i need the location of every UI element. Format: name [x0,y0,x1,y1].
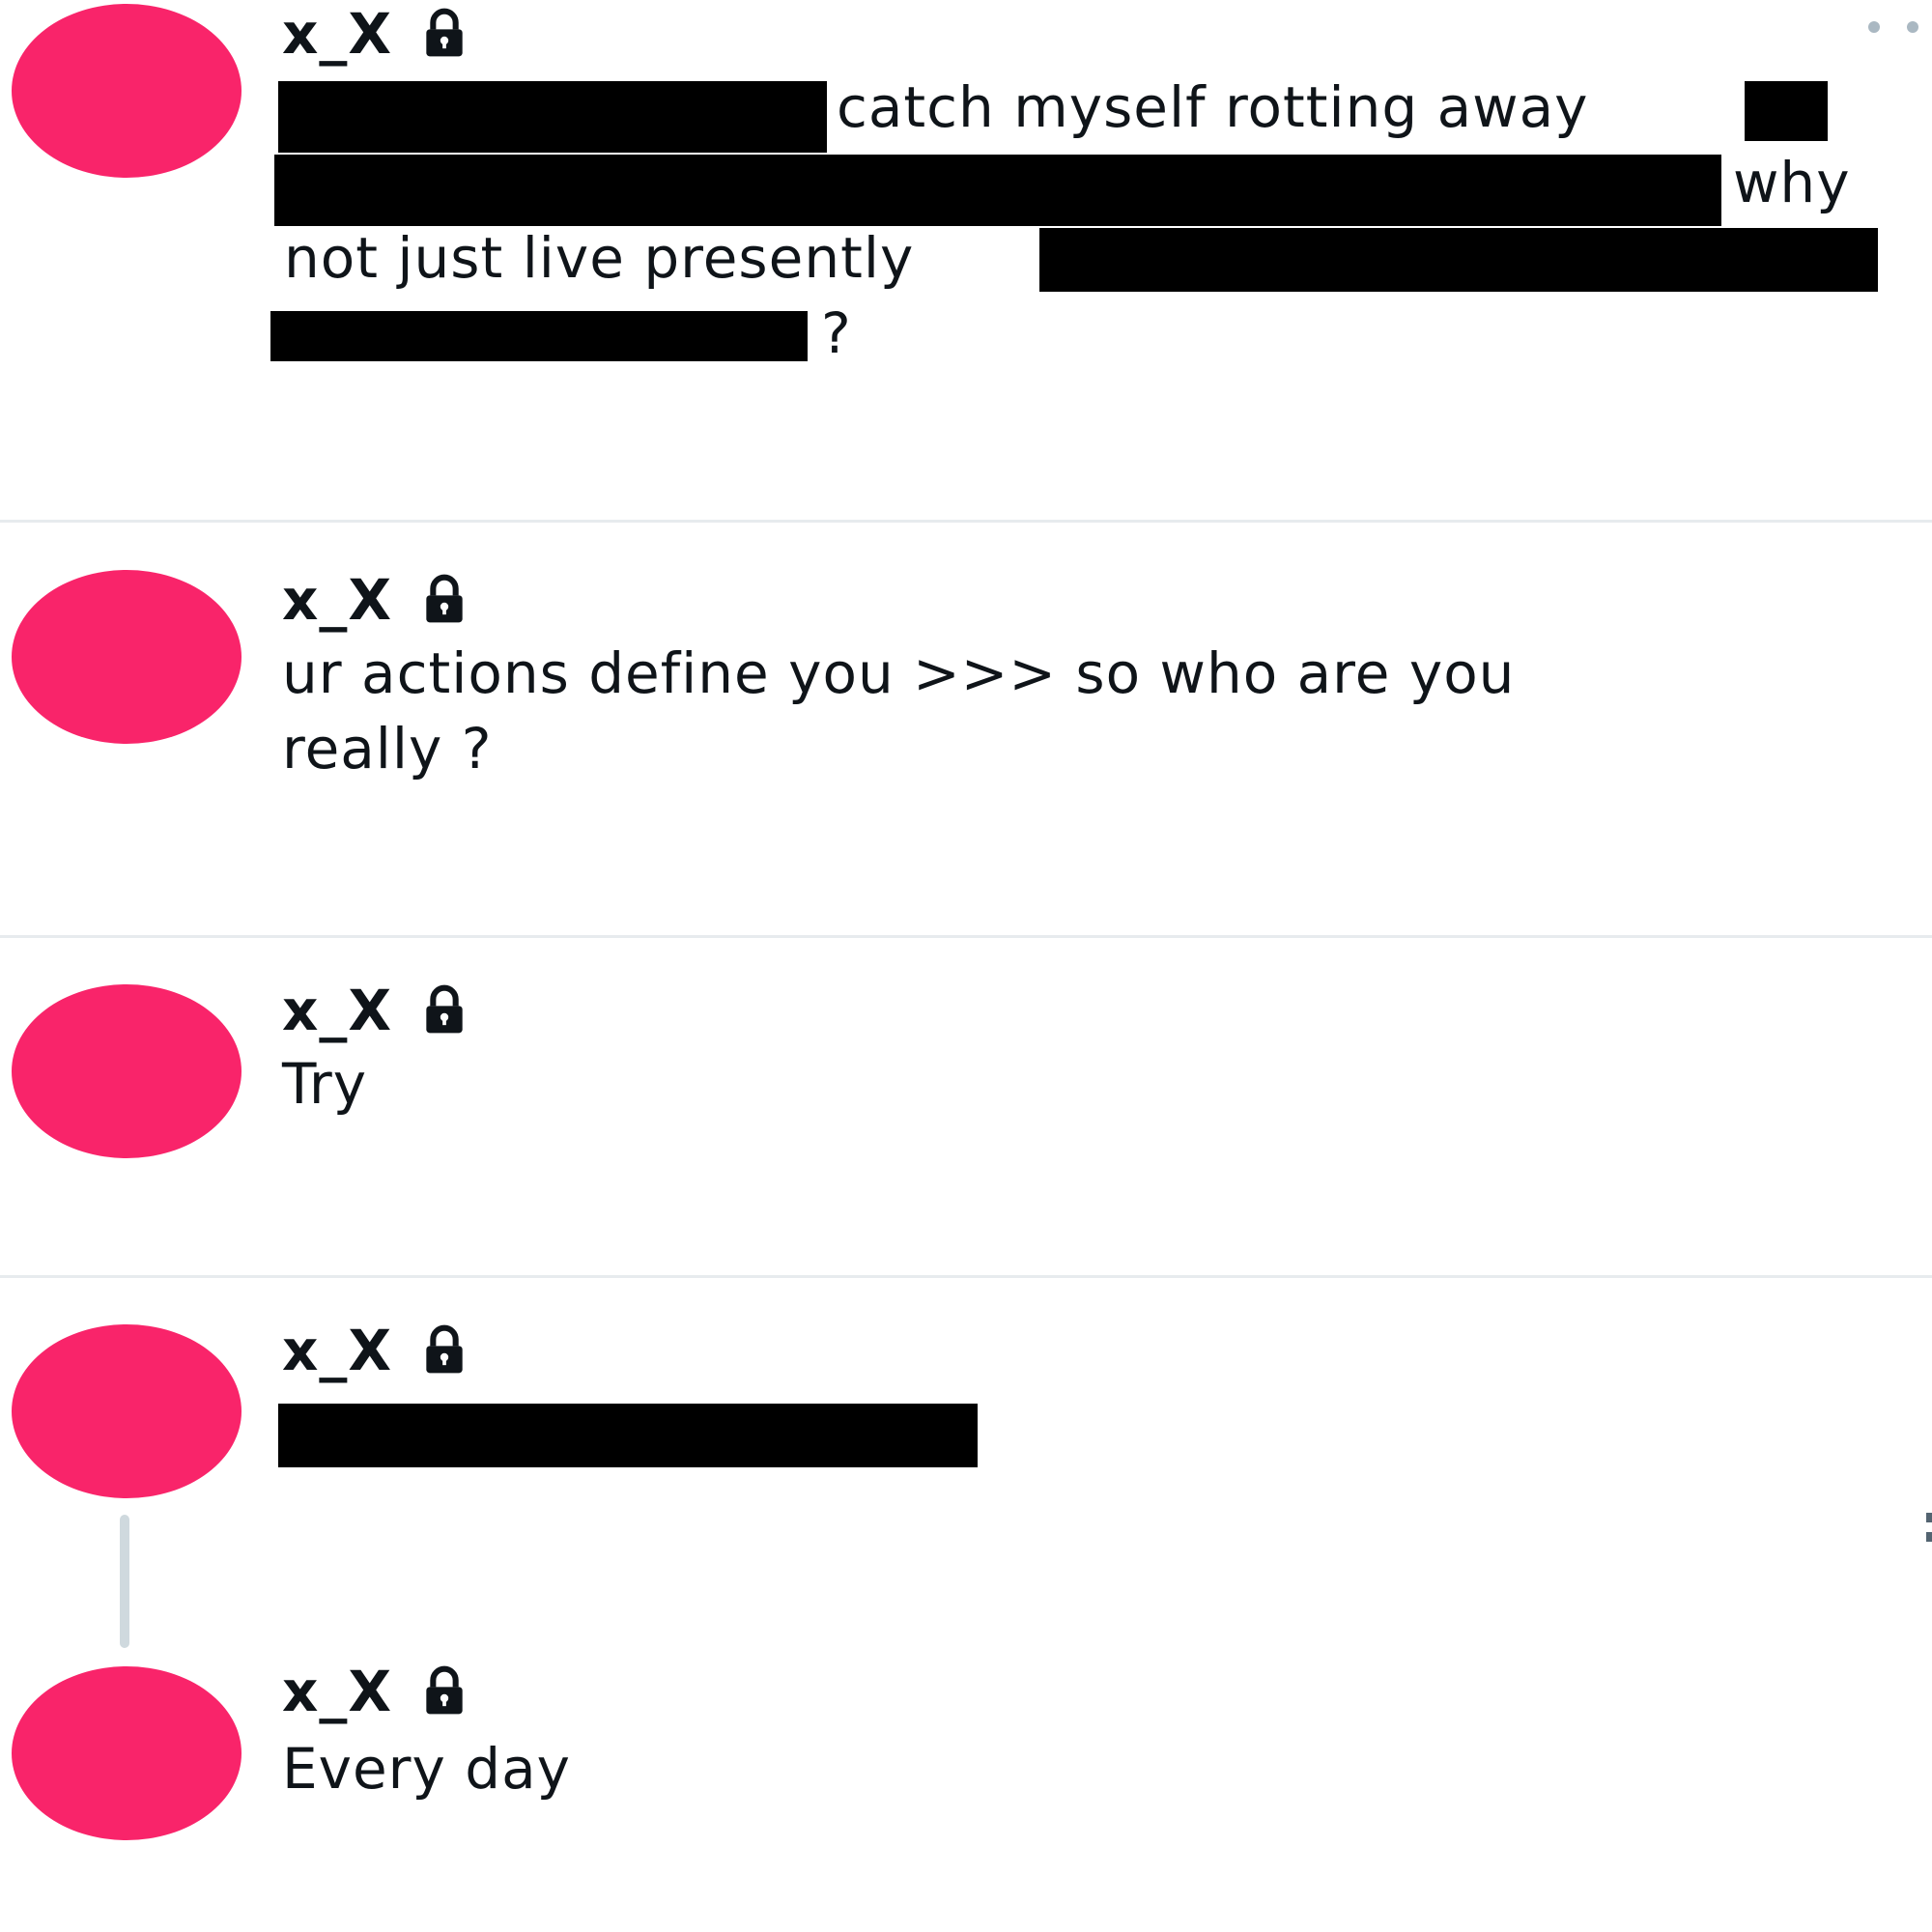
avatar[interactable] [12,4,242,178]
lock-icon [426,1324,463,1374]
redacted-text [278,1404,978,1467]
username[interactable]: x_X [282,977,392,1044]
avatar[interactable] [12,984,242,1158]
scroll-tick [1926,1513,1932,1522]
thread-connector-line [120,1515,129,1648]
author-row: x_X [282,1317,471,1384]
post-text-line: why [1733,150,1851,215]
post-2[interactable]: x_X ur actions define you >>> so who are… [0,523,1932,936]
avatar[interactable] [12,1666,242,1840]
lock-icon [426,574,463,623]
redacted-text [1039,228,1878,292]
username[interactable]: x_X [282,1658,392,1725]
username[interactable]: x_X [282,566,392,634]
avatar[interactable] [12,1324,242,1498]
post-5-reply[interactable]: x_X Every day [0,1658,1932,1932]
author-row: x_X [282,566,471,634]
redacted-text [270,311,808,361]
post-text-line: not just live presently [284,225,915,291]
lock-icon [426,8,463,57]
post-text-line: really ? [282,716,493,781]
scrollbar-mark[interactable] [1926,1513,1932,1559]
post-4[interactable]: x_X [0,1278,1932,1606]
post-3[interactable]: x_X Try [0,938,1932,1276]
redacted-text [274,155,1721,226]
redacted-text [1745,81,1828,141]
scroll-tick [1926,1532,1932,1542]
lock-icon [426,1665,463,1715]
author-row: x_X [282,977,471,1044]
author-row: x_X [282,0,471,68]
post-1[interactable]: x_X catch myself rotting away why not ju… [0,0,1932,522]
post-text-line: ? [821,300,852,366]
username[interactable]: x_X [282,0,392,68]
post-text-line: ur actions define you >>> so who are you [282,640,1516,706]
avatar[interactable] [12,570,242,744]
post-text-line: catch myself rotting away [837,74,1589,140]
username[interactable]: x_X [282,1317,392,1384]
lock-icon [426,984,463,1034]
author-row: x_X [282,1658,471,1725]
redacted-text [278,81,827,153]
post-text-line: Try [282,1051,368,1117]
post-text-line: Every day [282,1736,571,1802]
